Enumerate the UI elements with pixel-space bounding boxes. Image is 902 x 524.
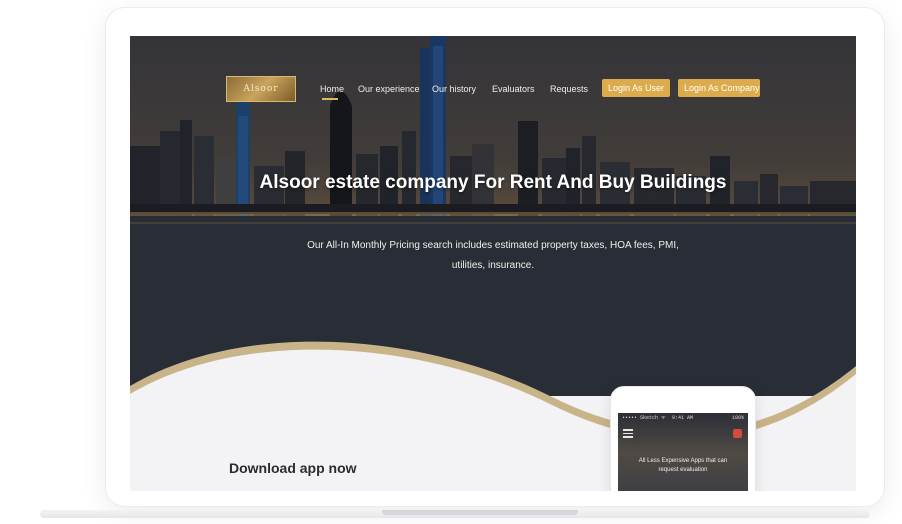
company-logo[interactable]: Alsoor (226, 76, 296, 102)
laptop-notch (382, 510, 578, 515)
top-navigation: Alsoor Home Our experience Our history E… (130, 76, 856, 106)
phone-time: 9:41 AM (672, 415, 694, 421)
active-nav-indicator (322, 98, 338, 100)
nav-link-our-experience[interactable]: Our experience (358, 84, 420, 94)
download-app-heading: Download app now (229, 460, 357, 476)
app-logo-icon (733, 429, 742, 438)
nav-link-our-history[interactable]: Our history (432, 84, 476, 94)
hero-title: Alsoor estate company For Rent And Buy B… (259, 172, 727, 193)
login-as-company-button[interactable]: Login As Company (678, 79, 760, 97)
phone-carrier: ••••• Sketch ᯤ (622, 415, 666, 421)
phone-battery: 100% (731, 415, 744, 421)
phone-mockup: ••••• Sketch ᯤ 9:41 AM 100% All Less Exp… (610, 386, 756, 491)
logo-text: Alsoor (243, 84, 279, 94)
nav-link-requests[interactable]: Requests (550, 84, 588, 94)
nav-link-evaluators[interactable]: Evaluators (492, 84, 535, 94)
phone-screen: ••••• Sketch ᯤ 9:41 AM 100% All Less Exp… (618, 413, 748, 491)
nav-link-home[interactable]: Home (320, 84, 344, 94)
phone-status-bar: ••••• Sketch ᯤ 9:41 AM 100% (622, 415, 744, 423)
phone-screen-text: All Less Expensive Apps that can request… (638, 458, 728, 473)
hero-subtitle: Our All-In Monthly Pricing search includ… (307, 240, 679, 271)
login-as-user-button[interactable]: Login As User (602, 79, 670, 97)
website-screen: Alsoor Home Our experience Our history E… (130, 36, 856, 491)
hamburger-menu-icon (623, 429, 633, 438)
